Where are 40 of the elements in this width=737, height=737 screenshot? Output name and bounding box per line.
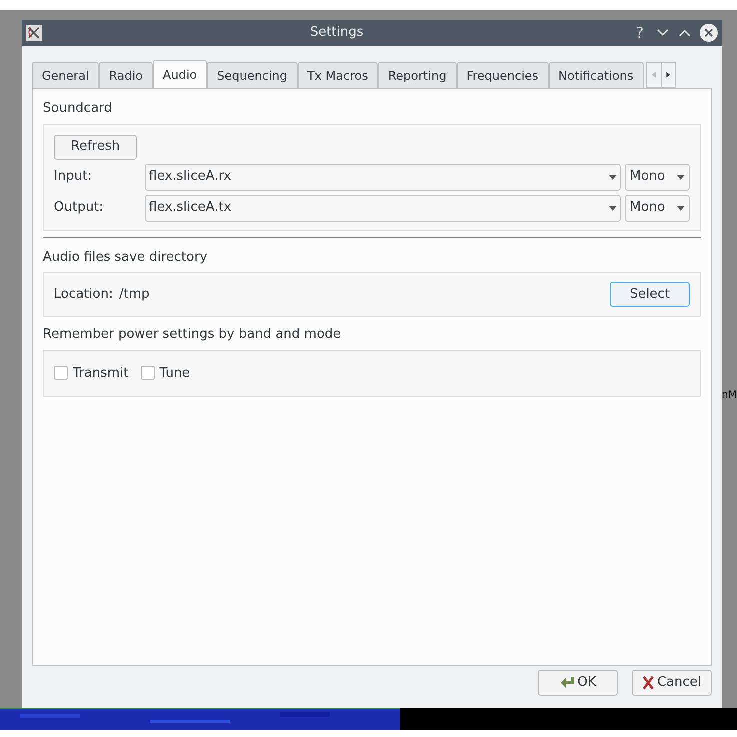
section-title: Soundcard [43, 100, 114, 118]
tab[interactable]: General [32, 62, 100, 88]
channel-dropdown[interactable]: Mono [625, 194, 690, 222]
refresh-button[interactable]: Refresh [54, 134, 138, 160]
close-icon[interactable] [700, 24, 718, 42]
dropdown-caret-icon [609, 174, 617, 180]
tab[interactable]: Reporting [378, 62, 457, 88]
channel-dropdown[interactable]: Mono [625, 164, 690, 190]
dropdown-caret-icon [677, 174, 685, 180]
dropdown-caret-icon [677, 206, 685, 210]
field-label: Location: [54, 286, 114, 304]
checkbox[interactable] [140, 366, 155, 380]
tab[interactable]: Tx Macros [298, 62, 378, 88]
tab[interactable]: Sequencing [207, 62, 298, 88]
dropdown-caret-icon [609, 206, 617, 210]
checkbox[interactable] [54, 366, 68, 380]
background-text: nM [722, 389, 737, 403]
field-label: Input: [54, 168, 94, 186]
check-arrow-icon [560, 676, 576, 690]
checkbox-label: Tune [160, 364, 190, 382]
tab[interactable]: Audio [153, 60, 208, 88]
tab[interactable]: Radio [99, 62, 154, 88]
tab[interactable]: Notifications [548, 62, 644, 88]
checkbox-label: Transmit [73, 364, 129, 382]
location-value: /tmp [119, 286, 151, 304]
window-title: Settings [309, 24, 365, 42]
device-dropdown[interactable]: flex.sliceA.rx [145, 164, 621, 190]
select-button[interactable]: Select [610, 282, 690, 307]
app-logo-icon [26, 25, 42, 41]
device-dropdown[interactable]: flex.sliceA.tx [145, 194, 621, 222]
maximize-icon[interactable] [678, 28, 692, 38]
section-title: Remember power settings by band and mode [43, 326, 342, 344]
cancel-button[interactable]: Cancel [632, 670, 712, 696]
section-title: Audio files save directory [43, 248, 209, 266]
tab[interactable]: Frequencies [456, 62, 549, 88]
x-mark-icon [642, 676, 656, 690]
help-button[interactable]: ? [632, 22, 648, 44]
minimize-icon[interactable] [656, 28, 670, 38]
field-label: Output: [54, 199, 105, 218]
ok-button[interactable]: OK [538, 670, 618, 696]
